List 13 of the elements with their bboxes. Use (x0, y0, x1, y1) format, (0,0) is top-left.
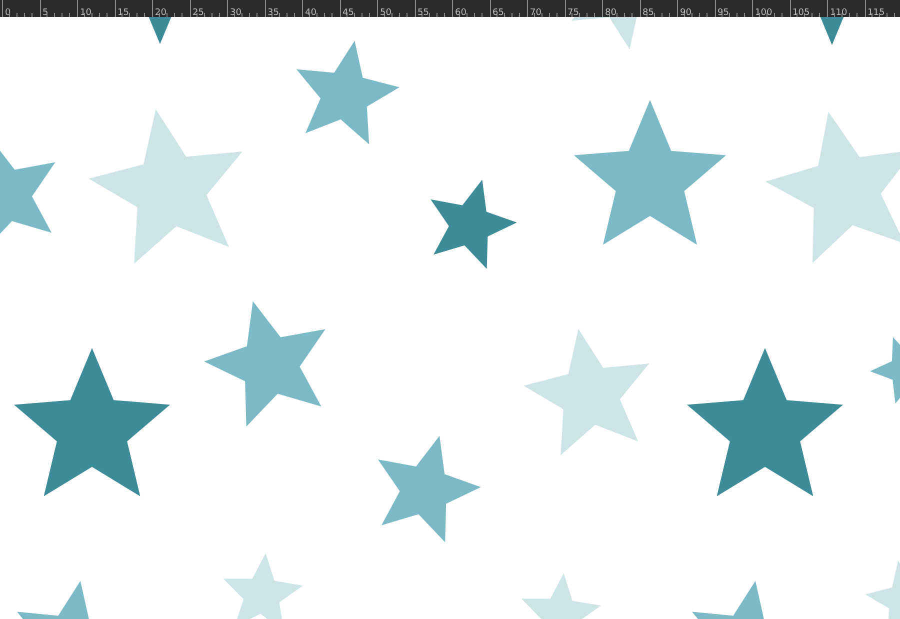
ruler-label: 70 (530, 8, 542, 17)
ruler-label: 20 (155, 8, 166, 17)
ruler-label: 15 (118, 8, 129, 17)
ruler-label: 75 (568, 8, 579, 17)
ruler-label: 60 (455, 8, 466, 17)
ruler-label: 10 (80, 8, 92, 17)
ruler-label: 95 (718, 8, 729, 17)
ruler-label: 115 (868, 8, 885, 17)
ruler-label: 110 (830, 8, 848, 17)
ruler-label: 90 (680, 8, 692, 17)
ruler-label: 105 (792, 8, 810, 17)
ruler-label: 100 (755, 8, 772, 17)
ruler-label: 25 (192, 8, 204, 17)
